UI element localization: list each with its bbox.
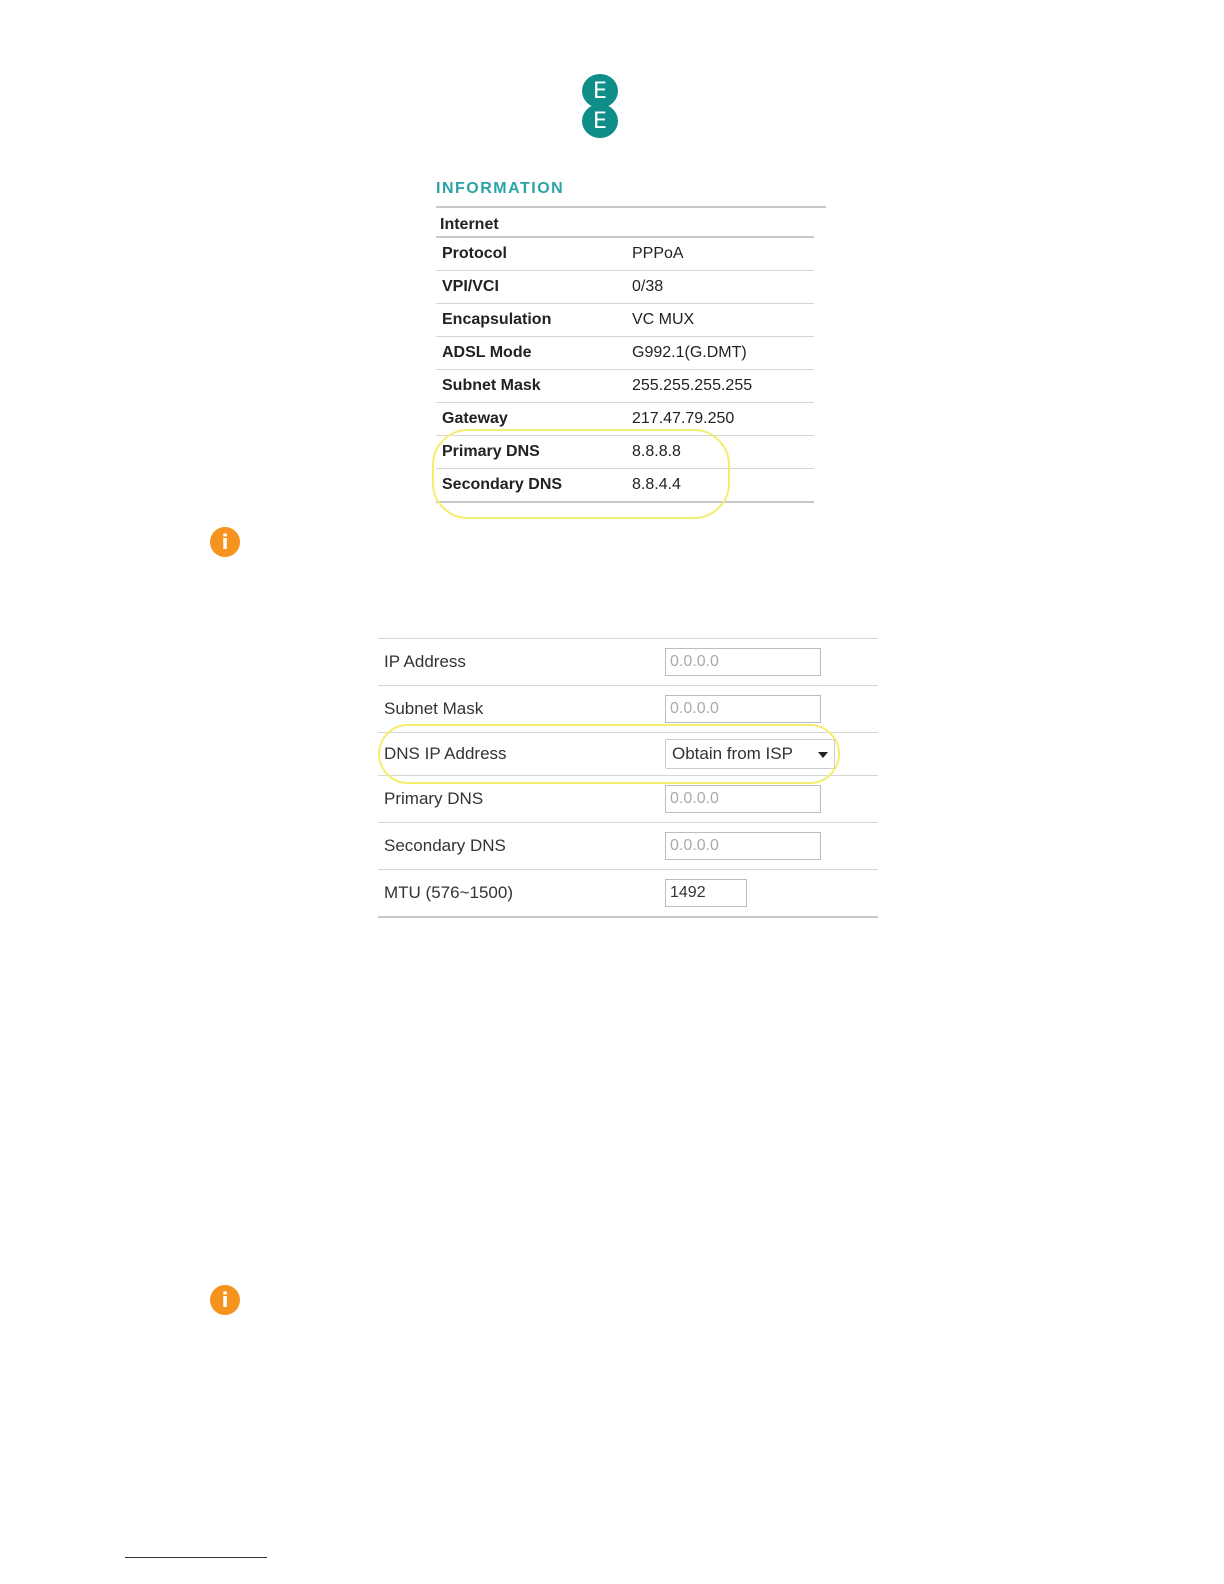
ip-address-input[interactable]: 0.0.0.0	[665, 648, 821, 676]
row-value: 255.255.255.255	[626, 369, 814, 403]
row-value: G992.1(G.DMT)	[626, 336, 814, 370]
table-row: Encapsulation VC MUX	[436, 303, 814, 337]
ee-logo: E E	[582, 74, 618, 138]
table-row: Subnet Mask 255.255.255.255	[436, 369, 814, 403]
row-key: VPI/VCI	[436, 270, 626, 304]
row-value: 0/38	[626, 270, 814, 304]
subnet-mask-label: Subnet Mask	[384, 699, 484, 718]
section-heading: Internet	[436, 214, 814, 238]
primary-dns-input[interactable]: 0.0.0.0	[665, 785, 821, 813]
dns-select-highlight-circle	[378, 724, 840, 784]
table-row: VPI/VCI 0/38	[436, 270, 814, 304]
row-value: VC MUX	[626, 303, 814, 337]
row-key: Protocol	[436, 238, 626, 271]
table-row: ADSL Mode G992.1(G.DMT)	[436, 336, 814, 370]
primary-dns-label: Primary DNS	[384, 789, 484, 808]
table-row: Protocol PPPoA	[436, 238, 814, 271]
dns-highlight-circle	[432, 429, 730, 519]
mtu-input[interactable]: 1492	[665, 879, 747, 907]
mtu-label: MTU (576~1500)	[384, 883, 513, 902]
secondary-dns-label: Secondary DNS	[384, 836, 506, 855]
info-icon: i	[210, 1285, 240, 1315]
info-icon: i	[210, 527, 240, 557]
secondary-dns-input[interactable]: 0.0.0.0	[665, 832, 821, 860]
subnet-mask-input[interactable]: 0.0.0.0	[665, 695, 821, 723]
ip-address-label: IP Address	[384, 652, 466, 671]
information-title: INFORMATION	[436, 180, 826, 208]
secondary-dns-row: Secondary DNS 0.0.0.0	[378, 822, 878, 869]
mtu-row: MTU (576~1500) 1492	[378, 869, 878, 918]
logo-letter-top: E	[582, 74, 618, 108]
ip-address-row: IP Address 0.0.0.0	[378, 638, 878, 685]
row-key: ADSL Mode	[436, 336, 626, 370]
row-key: Subnet Mask	[436, 369, 626, 403]
footnote-divider	[125, 1557, 267, 1558]
logo-letter-bottom: E	[582, 104, 618, 138]
row-value: PPPoA	[626, 238, 814, 271]
row-key: Encapsulation	[436, 303, 626, 337]
